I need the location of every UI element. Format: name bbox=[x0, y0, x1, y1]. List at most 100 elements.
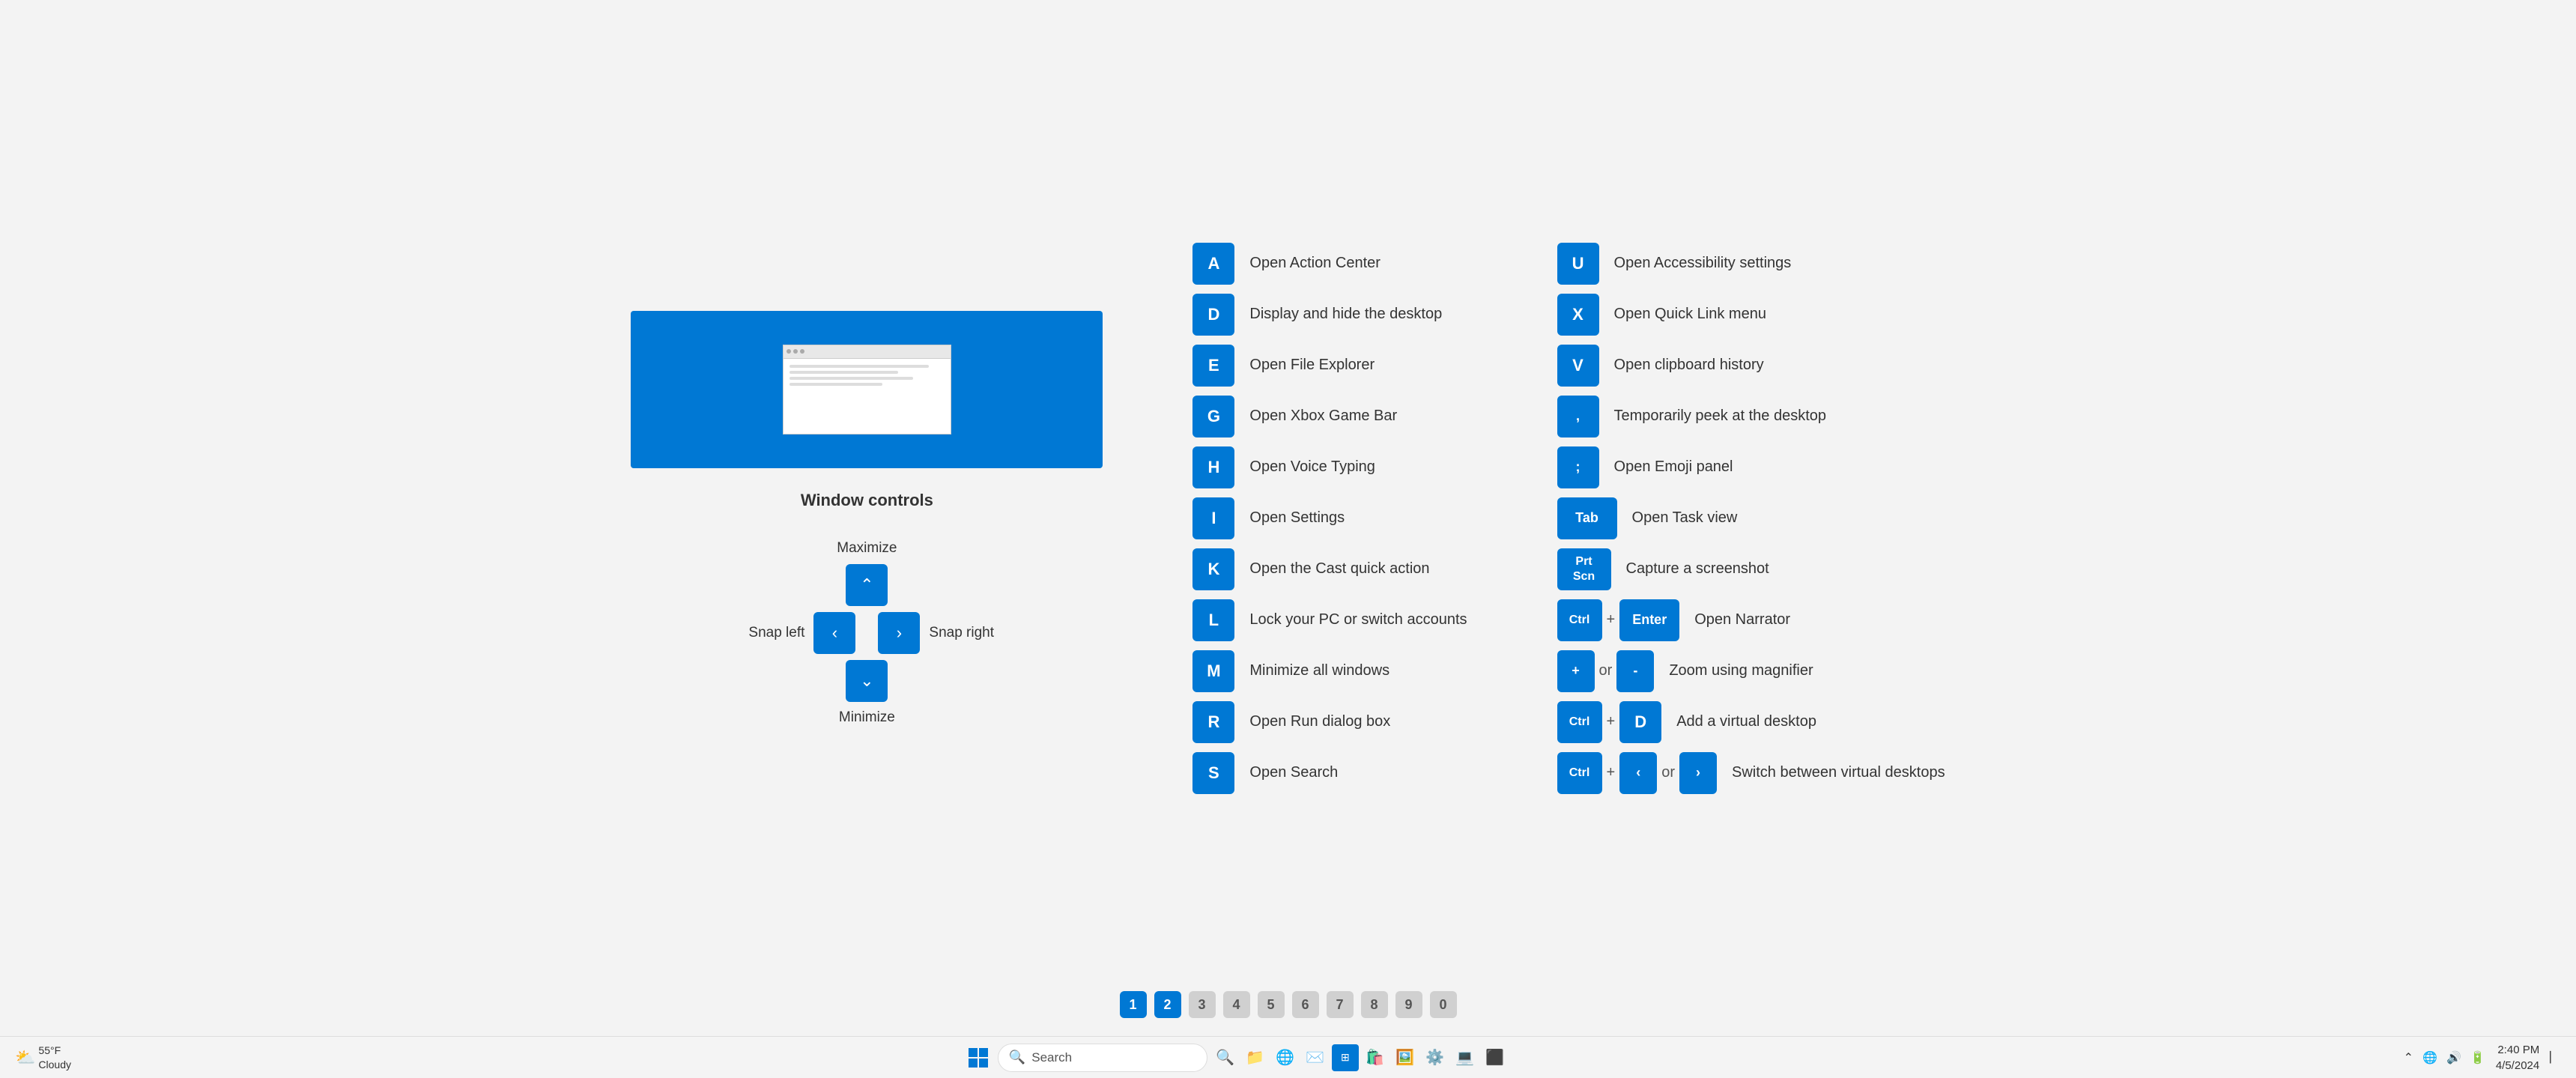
desc-ctrl-enter: Open Narrator bbox=[1694, 611, 1790, 629]
taskbar: ⛅ 55°F Cloudy 🔍 Search 🔍 📁 🌐 bbox=[0, 1036, 2576, 1078]
minimize-label: Minimize bbox=[839, 709, 895, 726]
taskbar-search[interactable]: 🔍 Search bbox=[998, 1044, 1207, 1072]
shortcut-row-prtscn: PrtScn Capture a screenshot bbox=[1557, 548, 1945, 590]
page-dot-3[interactable]: 3 bbox=[1189, 991, 1216, 1018]
taskbar-icon-photos[interactable]: 🖼️ bbox=[1392, 1044, 1419, 1071]
minimize-group: ⌄ Minimize bbox=[839, 660, 895, 726]
key-d: D bbox=[1192, 294, 1234, 336]
taskbar-icon-settings[interactable]: ⚙️ bbox=[1422, 1044, 1449, 1071]
page-dot-9[interactable]: 9 bbox=[1395, 991, 1422, 1018]
snap-left-button[interactable]: ‹ bbox=[813, 612, 855, 654]
main-content: Window controls Maximize ⌃ Snap left ‹ ›… bbox=[0, 0, 2576, 1036]
tray-icon-battery[interactable]: 🔋 bbox=[2467, 1047, 2488, 1068]
taskbar-icon-mail[interactable]: ✉️ bbox=[1302, 1044, 1329, 1071]
shortcut-row-m: M Minimize all windows bbox=[1192, 650, 1467, 692]
desc-prtscn: Capture a screenshot bbox=[1626, 560, 1769, 578]
taskbar-icon-vscode[interactable]: 💻 bbox=[1452, 1044, 1479, 1071]
key-g: G bbox=[1192, 396, 1234, 437]
taskbar-right: ⌃ 🌐 🔊 🔋 2:40 PM 4/5/2024 ▏ bbox=[2401, 1042, 2561, 1074]
key-a: A bbox=[1192, 243, 1234, 285]
window-dot bbox=[787, 349, 791, 354]
page-dot-1[interactable]: 1 bbox=[1120, 991, 1147, 1018]
controls-section: Maximize ⌃ Snap left ‹ › Snap right ⌄ Mi… bbox=[730, 540, 1004, 726]
key-plus: + bbox=[1557, 650, 1595, 692]
desc-s: Open Search bbox=[1249, 764, 1338, 781]
minimize-button[interactable]: ⌄ bbox=[846, 660, 888, 702]
system-tray: ⌃ 🌐 🔊 🔋 bbox=[2401, 1047, 2488, 1068]
desc-semicolon: Open Emoji panel bbox=[1614, 458, 1733, 476]
desc-i: Open Settings bbox=[1249, 509, 1345, 527]
key-m: M bbox=[1192, 650, 1234, 692]
taskbar-app-icons: 🔍 📁 🌐 ✉️ ⊞ 🛍️ 🖼️ ⚙️ 💻 ⬛ bbox=[1212, 1044, 1509, 1071]
shortcut-row-v: V Open clipboard history bbox=[1557, 345, 1945, 387]
desc-m: Minimize all windows bbox=[1249, 662, 1389, 679]
key-tab: Tab bbox=[1557, 497, 1617, 539]
page-dot-8[interactable]: 8 bbox=[1361, 991, 1388, 1018]
taskbar-icon-terminal[interactable]: ⬛ bbox=[1482, 1044, 1509, 1071]
window-titlebar bbox=[784, 345, 951, 359]
shortcut-row-zoom: + or - Zoom using magnifier bbox=[1557, 650, 1945, 692]
combo-zoom: + or - bbox=[1557, 650, 1655, 692]
taskbar-icon-app1[interactable]: ⊞ bbox=[1332, 1044, 1359, 1071]
snap-right-button[interactable]: › bbox=[878, 612, 920, 654]
desc-comma: Temporarily peek at the desktop bbox=[1614, 408, 1827, 425]
desc-a: Open Action Center bbox=[1249, 255, 1381, 272]
key-x: X bbox=[1557, 294, 1599, 336]
shortcut-row-d: D Display and hide the desktop bbox=[1192, 294, 1467, 336]
page-dot-7[interactable]: 7 bbox=[1327, 991, 1354, 1018]
page-dot-6[interactable]: 6 bbox=[1292, 991, 1319, 1018]
taskbar-icon-explorer[interactable]: 📁 bbox=[1242, 1044, 1269, 1071]
taskbar-icon-edge[interactable]: 🌐 bbox=[1272, 1044, 1299, 1071]
key-minus: - bbox=[1616, 650, 1654, 692]
taskbar-icon-store[interactable]: 🛍️ bbox=[1362, 1044, 1389, 1071]
key-comma: , bbox=[1557, 396, 1599, 437]
window-controls-label: Window controls bbox=[801, 491, 933, 510]
shortcut-row-semicolon: ; Open Emoji panel bbox=[1557, 446, 1945, 488]
plus-sep-2: + bbox=[1607, 713, 1616, 730]
shortcut-row-h: H Open Voice Typing bbox=[1192, 446, 1467, 488]
key-h: H bbox=[1192, 446, 1234, 488]
shortcut-row-i: I Open Settings bbox=[1192, 497, 1467, 539]
window-body bbox=[784, 359, 951, 395]
taskbar-clock[interactable]: 2:40 PM 4/5/2024 bbox=[2496, 1042, 2539, 1074]
page-dot-5[interactable]: 5 bbox=[1258, 991, 1285, 1018]
key-r: R bbox=[1192, 701, 1234, 743]
window-dot bbox=[793, 349, 798, 354]
weather-temp: 55°F bbox=[38, 1044, 71, 1057]
page-dots: 1 2 3 4 5 6 7 8 9 0 bbox=[1120, 991, 1457, 1018]
plus-sep-3: + bbox=[1607, 764, 1616, 781]
taskbar-icon-search[interactable]: 🔍 bbox=[1212, 1044, 1239, 1071]
combo-ctrl-d: Ctrl + D bbox=[1557, 701, 1662, 743]
combo-ctrl-enter: Ctrl + Enter bbox=[1557, 599, 1680, 641]
snap-left-label: Snap left bbox=[730, 625, 804, 641]
desc-zoom: Zoom using magnifier bbox=[1669, 662, 1813, 679]
desc-x: Open Quick Link menu bbox=[1614, 306, 1766, 323]
desc-g: Open Xbox Game Bar bbox=[1249, 408, 1397, 425]
tray-icon-volume[interactable]: 🔊 bbox=[2443, 1047, 2464, 1068]
desc-v: Open clipboard history bbox=[1614, 357, 1764, 374]
page-dot-2[interactable]: 2 bbox=[1154, 991, 1181, 1018]
key-right-arrow: › bbox=[1679, 752, 1717, 794]
tray-icon-network[interactable]: 🌐 bbox=[2419, 1047, 2440, 1068]
taskbar-weather[interactable]: ⛅ 55°F Cloudy bbox=[15, 1044, 71, 1071]
desc-ctrl-arrows: Switch between virtual desktops bbox=[1732, 764, 1945, 781]
page-dot-4[interactable]: 4 bbox=[1223, 991, 1250, 1018]
weather-condition: Cloudy bbox=[38, 1058, 71, 1071]
shortcut-row-comma: , Temporarily peek at the desktop bbox=[1557, 396, 1945, 437]
maximize-button[interactable]: ⌃ bbox=[846, 564, 888, 606]
shortcut-row-x: X Open Quick Link menu bbox=[1557, 294, 1945, 336]
windows-button[interactable] bbox=[963, 1043, 993, 1073]
or-sep-1: or bbox=[1599, 662, 1613, 679]
key-left-arrow: ‹ bbox=[1619, 752, 1657, 794]
plus-sep-1: + bbox=[1607, 611, 1616, 629]
desc-u: Open Accessibility settings bbox=[1614, 255, 1792, 272]
desc-r: Open Run dialog box bbox=[1249, 713, 1390, 730]
shortcuts-left-panel: A Open Action Center D Display and hide … bbox=[1192, 243, 1467, 794]
shortcut-row-r: R Open Run dialog box bbox=[1192, 701, 1467, 743]
shortcut-row-a: A Open Action Center bbox=[1192, 243, 1467, 285]
page-dot-0[interactable]: 0 bbox=[1430, 991, 1457, 1018]
snap-group: Snap left ‹ › Snap right bbox=[730, 612, 1004, 654]
show-desktop-button[interactable]: ▏ bbox=[2547, 1048, 2561, 1067]
window-inner bbox=[783, 345, 951, 434]
tray-icon-chevron[interactable]: ⌃ bbox=[2401, 1047, 2416, 1068]
